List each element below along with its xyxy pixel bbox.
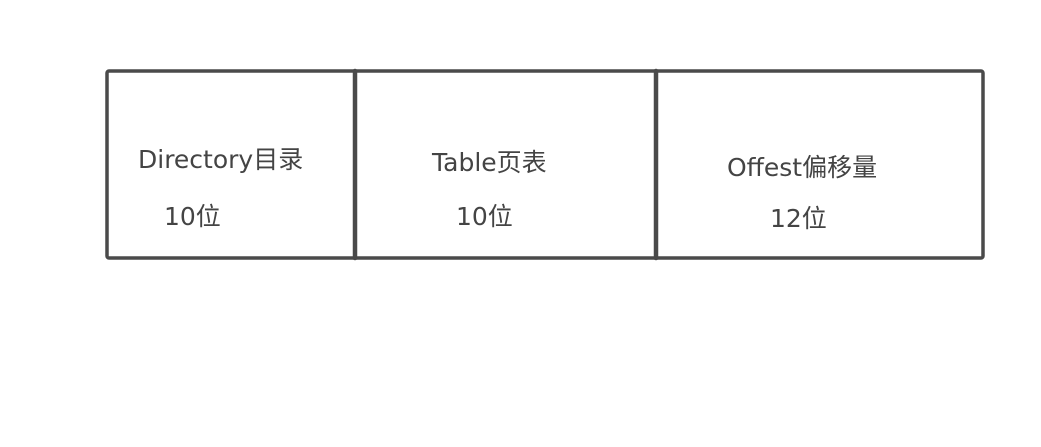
segment-table-name: Table页表 [432,148,547,177]
segment-offset-name: Offest偏移量 [727,153,878,182]
segment-table-bits: 10位 [456,202,513,231]
segment-directory-name: Directory目录 [138,145,304,174]
segment-directory-bits: 10位 [164,202,221,231]
segment-offset-bits: 12位 [770,204,827,233]
address-layout-diagram [105,68,985,261]
